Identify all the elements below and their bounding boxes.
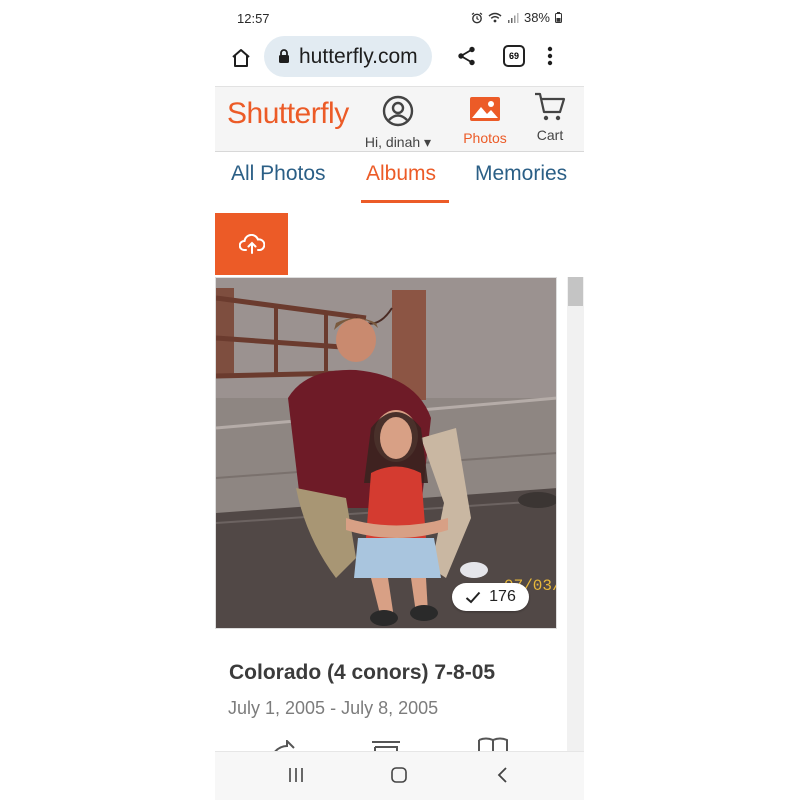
status-time: 12:57 — [237, 11, 270, 26]
account-icon — [382, 95, 414, 127]
address-url: hutterfly.com — [299, 44, 418, 68]
photo-count-badge: 176 — [452, 583, 529, 611]
home-nav-icon[interactable] — [390, 766, 408, 784]
photos-tabs: All Photos Albums Memories — [215, 152, 584, 204]
tab-all-photos[interactable]: All Photos — [231, 162, 326, 186]
home-icon — [232, 49, 250, 67]
back-icon[interactable] — [495, 766, 509, 784]
alarm-icon — [471, 11, 483, 23]
cloud-upload-icon — [238, 234, 265, 254]
photos-stack-icon[interactable] — [370, 739, 402, 751]
tab-albums[interactable]: Albums — [366, 162, 436, 186]
status-bar: 12:57 38% — [215, 0, 584, 36]
battery-percent: 38% — [523, 10, 550, 25]
album-dates: July 1, 2005 - July 8, 2005 — [228, 698, 439, 718]
album-title[interactable]: Colorado (4 conors) 7-8-05 — [229, 661, 495, 685]
share-button[interactable] — [456, 45, 478, 72]
shutterfly-logo[interactable]: Shutterfly — [227, 97, 349, 131]
more-vertical-icon — [547, 46, 553, 66]
photos-label: Photos — [463, 130, 507, 146]
check-icon — [465, 591, 481, 603]
tab-switcher-button[interactable]: 69 — [503, 45, 525, 67]
lock-icon — [279, 49, 289, 63]
phone-screen: 12:57 38% hutterfly.com 69 Shutterfly Hi… — [215, 0, 584, 800]
status-icons: 38% — [471, 10, 562, 25]
app-header: Shutterfly Hi, dinah ▾ Photos Cart — [215, 86, 584, 152]
signal-icon — [507, 13, 519, 23]
upload-button[interactable] — [215, 213, 288, 275]
photo-count: 176 — [489, 588, 516, 605]
photo-icon — [470, 97, 500, 121]
cart-label: Cart — [536, 127, 564, 143]
scrollbar-track[interactable] — [567, 277, 584, 751]
active-tab-indicator — [361, 200, 449, 203]
scrollbar-thumb[interactable] — [568, 277, 583, 306]
browser-toolbar: hutterfly.com 69 — [215, 36, 584, 86]
album-cover-photo[interactable]: 07/03/ — [215, 277, 557, 629]
share-album-icon[interactable] — [271, 740, 295, 751]
nav-cart[interactable]: Cart — [525, 92, 575, 143]
cart-icon — [535, 92, 566, 121]
wifi-icon — [488, 12, 502, 23]
tab-switcher-icon: 69 — [508, 51, 519, 61]
account-label: Hi, dinah ▾ — [364, 134, 432, 150]
nav-photos[interactable]: Photos — [455, 97, 515, 146]
account-menu[interactable]: Hi, dinah ▾ — [358, 95, 438, 151]
album-cover-image: 07/03/ — [216, 278, 556, 628]
share-icon — [458, 46, 475, 66]
browser-menu-button[interactable] — [547, 46, 553, 71]
address-bar[interactable]: hutterfly.com — [264, 36, 432, 77]
photo-book-icon[interactable] — [477, 737, 509, 751]
browser-home-button[interactable] — [227, 44, 255, 72]
album-actions — [215, 734, 565, 751]
tab-memories[interactable]: Memories — [475, 162, 567, 186]
system-navigation-bar — [215, 751, 584, 800]
recents-icon[interactable] — [287, 766, 305, 784]
battery-icon — [555, 12, 562, 23]
